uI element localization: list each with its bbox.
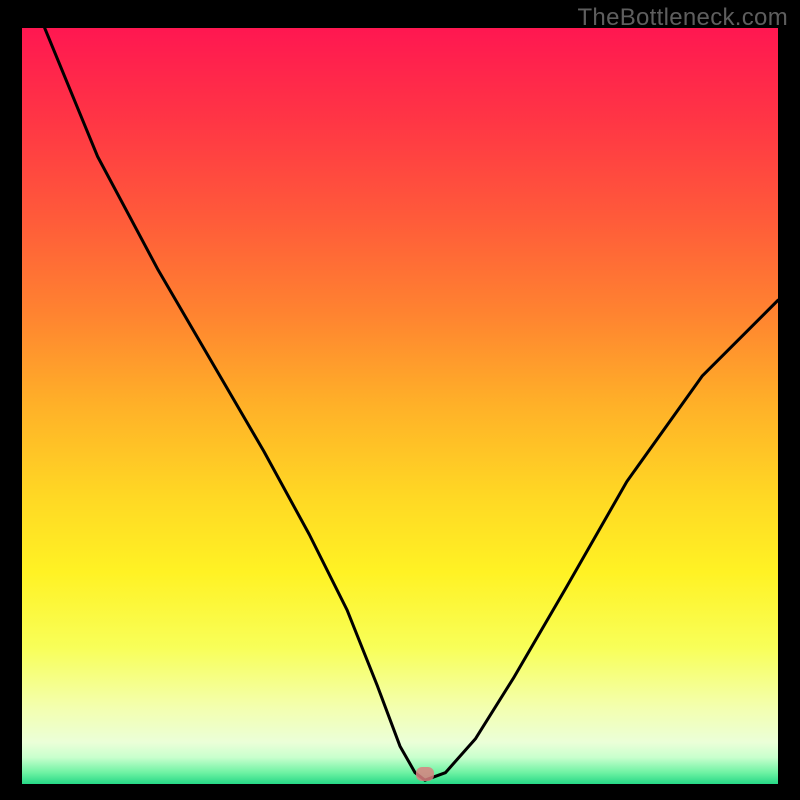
min-marker [416, 767, 434, 781]
plot-svg [22, 28, 778, 784]
chart-frame: TheBottleneck.com [0, 0, 800, 800]
plot-area [22, 28, 778, 784]
watermark-text: TheBottleneck.com [577, 4, 788, 32]
gradient-background [22, 28, 778, 784]
